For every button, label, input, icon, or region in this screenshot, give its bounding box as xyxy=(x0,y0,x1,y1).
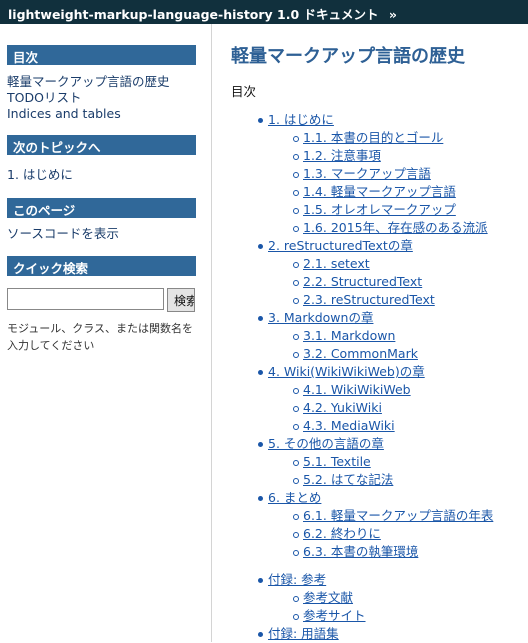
view-source-link[interactable]: ソースコードを表示 xyxy=(7,226,119,242)
toc-section-link[interactable]: 6.3. 本書の執筆環境 xyxy=(303,543,418,561)
toc-section-link[interactable]: 1.1. 本書の目的とゴール xyxy=(303,129,443,147)
toc-bullet xyxy=(293,614,299,620)
sidebar-next-heading: 次のトピックへ xyxy=(7,135,196,155)
toc-bullet xyxy=(293,460,299,466)
toc-bullet xyxy=(293,262,299,268)
toc-section-link[interactable]: 1.2. 注意事項 xyxy=(303,147,381,165)
toc-bullet xyxy=(293,154,299,160)
toc-bullet xyxy=(293,208,299,214)
toc-bullet xyxy=(258,632,263,637)
toc-section-link[interactable]: 1.3. マークアップ言語 xyxy=(303,165,431,183)
toc-bullet xyxy=(258,370,263,375)
toc-bullet xyxy=(258,496,263,501)
toc-bullet xyxy=(293,280,299,286)
toc-bullet xyxy=(293,298,299,304)
toc-appendix-section-link[interactable]: 参考文献 xyxy=(303,589,353,607)
toc-bullet xyxy=(258,244,263,249)
sidebar: 目次 軽量マークアップ言語の歴史 TODOリスト Indices and tab… xyxy=(0,24,212,642)
toc-bullet xyxy=(293,334,299,340)
toc-bullet xyxy=(293,596,299,602)
toc-chapter-link[interactable]: 3. Markdownの章 xyxy=(268,309,373,327)
toc-bullet xyxy=(293,424,299,430)
toc-section-link[interactable]: 4.1. WikiWikiWeb xyxy=(303,381,411,399)
toc-section-link[interactable]: 2.1. setext xyxy=(303,255,370,273)
toc-section-link[interactable]: 1.6. 2015年、存在感のある流派 xyxy=(303,219,488,237)
toc-label: 目次 xyxy=(231,84,257,99)
toc-bullet xyxy=(293,406,299,412)
project-home-link[interactable]: lightweight-markup-language-history 1.0 … xyxy=(8,7,379,22)
toc-appendix-section-link[interactable]: 参考サイト xyxy=(303,607,366,625)
top-navigation-bar: lightweight-markup-language-history 1.0 … xyxy=(0,0,528,24)
search-button[interactable]: 検索 xyxy=(167,288,195,312)
toc-bullet xyxy=(258,442,263,447)
toc-bullet xyxy=(293,190,299,196)
toc-section-link[interactable]: 4.2. YukiWiki xyxy=(303,399,382,417)
toc-section-link[interactable]: 1.5. オレオレマークアップ xyxy=(303,201,456,219)
toc-bullet xyxy=(293,136,299,142)
toc-chapter-link[interactable]: 1. はじめに xyxy=(268,111,334,129)
toc-section-link[interactable]: 5.2. はてな記法 xyxy=(303,471,393,489)
toc-bullet xyxy=(293,352,299,358)
sidebar-next-link[interactable]: 1. はじめに xyxy=(7,167,73,183)
sidebar-search-heading: クイック検索 xyxy=(7,256,196,276)
toc-bullet xyxy=(293,478,299,484)
main-content: 軽量マークアップ言語の歴史 目次 1. はじめに 1.1. 本書の目的とゴール 1.… xyxy=(213,24,528,642)
toc-chapter-link[interactable]: 4. Wiki(WikiWikiWeb)の章 xyxy=(268,363,425,381)
sidebar-toc-link-todo[interactable]: TODOリスト xyxy=(7,90,81,106)
toc-bullet xyxy=(258,316,263,321)
toc-bullet xyxy=(293,226,299,232)
toc-section-link[interactable]: 4.3. MediaWiki xyxy=(303,417,395,435)
toc-chapter-link[interactable]: 5. その他の言語の章 xyxy=(268,435,384,453)
toc-bullet xyxy=(258,118,263,123)
toc-bullet xyxy=(293,172,299,178)
search-input[interactable] xyxy=(7,288,164,310)
toc-section-link[interactable]: 1.4. 軽量マークアップ言語 xyxy=(303,183,456,201)
toc-chapter-link[interactable]: 6. まとめ xyxy=(268,489,321,507)
toc-bullet xyxy=(293,388,299,394)
toc-section-link[interactable]: 2.2. StructuredText xyxy=(303,273,422,291)
toc-section-link[interactable]: 3.1. Markdown xyxy=(303,327,395,345)
sidebar-toc-link-indices[interactable]: Indices and tables xyxy=(7,106,121,122)
toc-section-link[interactable]: 3.2. CommonMark xyxy=(303,345,418,363)
page-title: 軽量マークアップ言語の歴史 xyxy=(231,46,465,67)
toc-bullet xyxy=(293,514,299,520)
sidebar-toc-link-history[interactable]: 軽量マークアップ言語の歴史 xyxy=(7,74,170,90)
toc-chapter-link[interactable]: 2. reStructuredTextの章 xyxy=(268,237,413,255)
search-help-text: モジュール、クラス、または関数名を入力してください xyxy=(7,322,194,352)
toc-section-link[interactable]: 6.1. 軽量マークアップ言語の年表 xyxy=(303,507,493,525)
sidebar-toc-heading: 目次 xyxy=(7,45,196,65)
toc-section-link[interactable]: 5.1. Textile xyxy=(303,453,371,471)
toc-appendix-link[interactable]: 付録: 用語集 xyxy=(268,625,339,643)
breadcrumb-separator: » xyxy=(388,7,397,22)
toc-section-link[interactable]: 6.2. 終わりに xyxy=(303,525,381,543)
toc-section-link[interactable]: 2.3. reStructuredText xyxy=(303,291,435,309)
toc-bullet xyxy=(293,532,299,538)
sidebar-page-heading: このページ xyxy=(7,198,196,218)
toc-bullet xyxy=(293,550,299,556)
toc-bullet xyxy=(258,578,263,583)
toc-appendix-link[interactable]: 付録: 参考 xyxy=(268,571,326,589)
